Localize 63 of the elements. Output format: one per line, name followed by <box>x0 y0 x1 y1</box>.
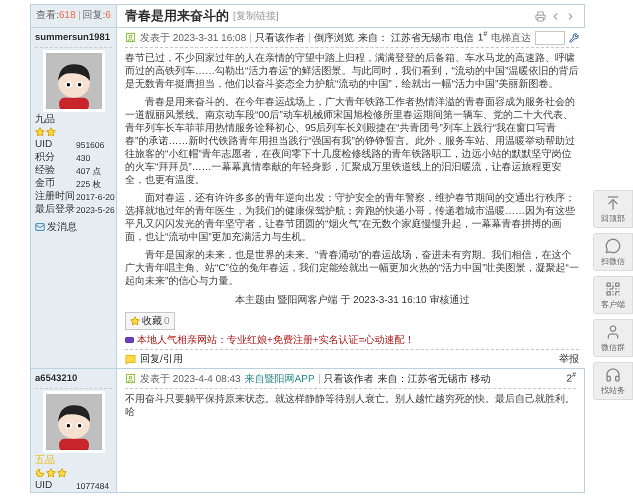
user-icon <box>125 373 136 384</box>
source-link[interactable]: 来自暨阳网APP <box>244 372 315 386</box>
post-paragraph: 青春是用来奋斗的。在今年春运战场上，广大青年铁路工作者热情洋溢的青春面容成为服务社会的一道靓丽风景线。南京动车段“00后”动车机械师宋国旭检修所里春运期间第一辆车、党的二十大代表、青年列车长车菲菲用热情服务诠释初心、95后列车长刘殿捷在“共青团号”列车上践行“我在窗口写青春”的承诺……新时代铁路青年用担当践行“强国有我”的铮铮誓言。此外，服务车站、用温暖举动帮助过往旅客的“小红帽”青年志愿者，在夜间零下十几度检修线路的青年铁路职工，边远小站的默默坚守岗位的火车“拜拜员”……一幕幕真情奉献的年轻身影，汇聚成万里铁道线上的汩汩暖流，让春运旅程更安全，也更有温度。 <box>125 96 576 187</box>
stat-value: 2023-5-26 <box>76 204 115 216</box>
stat-label: 积分 <box>35 152 56 164</box>
post-time: 发表于 2023-4-4 08:43 <box>140 372 241 386</box>
side-tool-button[interactable]: 回顶部 <box>593 190 633 228</box>
ad-icon <box>125 337 134 343</box>
avatar-drawing <box>42 50 104 112</box>
side-tool-button[interactable]: 扫微信 <box>593 233 633 271</box>
stat-label: 经验 <box>35 165 56 177</box>
stat-value: 407 点 <box>76 165 103 177</box>
post-location: 来自： 江苏省无锡市 电信 <box>358 32 474 44</box>
headset-icon <box>605 366 621 382</box>
post-paragraph: 面对春运，还有许许多多的青年逆向出发：守护安全的青年警察，维护春节期间的交通出行秩序；选择就地过年的青年医生，为我们的健康保驾护航；奔跑的快递小哥，传递着城市温暖……因为有这些平凡又闪闪发光的青年坚守者，让春节团圆的“烟火气”在无数个家庭慢慢升起，一幕幕青春拼搏的画面，也让“流动中国”更加充满活力与生机。 <box>125 192 576 244</box>
post-paragraph: 春节已过，不少回家过年的人在亲情的守望中踏上归程，满满登登的后备箱、车水马龙的高速路、呼啸而过的高铁列车……勾勒出“活力春运”的鲜活图景。与此同时，我们看到，“流动的中国”温暖依旧的背后是无数青年挺膺担当，他们以奋斗姿态全力护航“流动的中国”，绘就出一幅“活力中国”美丽新图卷。 <box>125 52 580 91</box>
elevator-label: 电梯直达 <box>491 32 532 44</box>
user-icon <box>605 324 621 340</box>
stat-label: UID <box>35 480 54 492</box>
reply-link[interactable]: 回复/引用 <box>140 352 183 366</box>
user-rank: 五品 <box>35 455 56 467</box>
stat-value: 2017-6-20 <box>76 191 115 203</box>
filter-link[interactable]: 只看该作者 <box>255 30 306 44</box>
stat-label: 注册时间 <box>35 191 76 203</box>
print-icon[interactable] <box>535 10 546 22</box>
wrench-icon[interactable] <box>569 32 580 42</box>
filter-link[interactable]: 倒序浏览 <box>314 30 354 44</box>
post-location: 来自：江苏省无锡市 移动 <box>378 372 490 386</box>
side-tool-button[interactable]: 找站务 <box>593 362 633 400</box>
view-reply-count: 查看:618 回复:6 <box>35 8 112 23</box>
post-time: 发表于 2023-3-31 16:08 <box>140 32 246 44</box>
stat-label: 金币 <box>35 178 56 190</box>
author-name[interactable]: a6543210 <box>35 369 112 389</box>
reply-icon <box>125 354 136 364</box>
mail-icon <box>35 222 45 232</box>
stat-label: UID <box>35 139 54 151</box>
star-icon <box>130 316 140 326</box>
avatar-drawing <box>42 391 104 453</box>
floor-number: 2$^{#}$ <box>566 372 576 385</box>
qr-code-icon <box>605 280 621 296</box>
report-link[interactable]: 举报 <box>559 354 580 365</box>
send-message-link[interactable]: 发消息 <box>35 220 112 234</box>
chat-bubble-icon <box>605 238 621 254</box>
favorite-button[interactable]: 收藏 0 <box>125 312 175 330</box>
arrow-up-icon <box>605 194 621 210</box>
author-name[interactable]: summersun1981 <box>35 28 112 48</box>
stat-value: 430 <box>76 152 92 164</box>
stat-value: 225 枚 <box>76 178 103 190</box>
user-icon <box>125 32 136 43</box>
floor-input[interactable] <box>535 30 566 44</box>
filter-link[interactable]: 只看该作者 <box>324 372 374 386</box>
stat-label: 最后登录 <box>35 204 76 216</box>
side-tool-button[interactable]: 客户端 <box>593 276 633 314</box>
user-rank: 九品 <box>35 114 56 126</box>
post-paragraph: 不用奋斗只要躺平保持原来状态。就这样静静等待别人衰亡。别人越忙越穷死的快。最后自己就胜利。哈 <box>125 393 576 419</box>
floor-number: 1$^{#}$ <box>478 31 488 44</box>
thread-title: 青春是用来奋斗的 <box>125 7 229 25</box>
side-tool-button[interactable]: 微信群 <box>593 319 633 357</box>
post-paragraph: 青年是国家的未来，也是世界的未来。“青春涌动”的春运战场，奋进未有穷期。我们相信，在这个广大青年唱主角、站“C”位的兔年春运，我们定能绘就出一幅更加火热的“活力中国”壮美图景，凝聚起“一起向未来”的信心与力量。 <box>125 249 580 288</box>
approval-note: 本主题由 暨阳网客户端 于 2023-3-31 16:10 审核通过 <box>234 294 470 307</box>
stat-value: 951606 <box>76 139 106 151</box>
stat-value: 1077484 <box>76 480 110 492</box>
ad-link[interactable]: 本地人气相亲网站：专业红娘+免费注册+实名认证=心动速配！ <box>137 333 415 347</box>
